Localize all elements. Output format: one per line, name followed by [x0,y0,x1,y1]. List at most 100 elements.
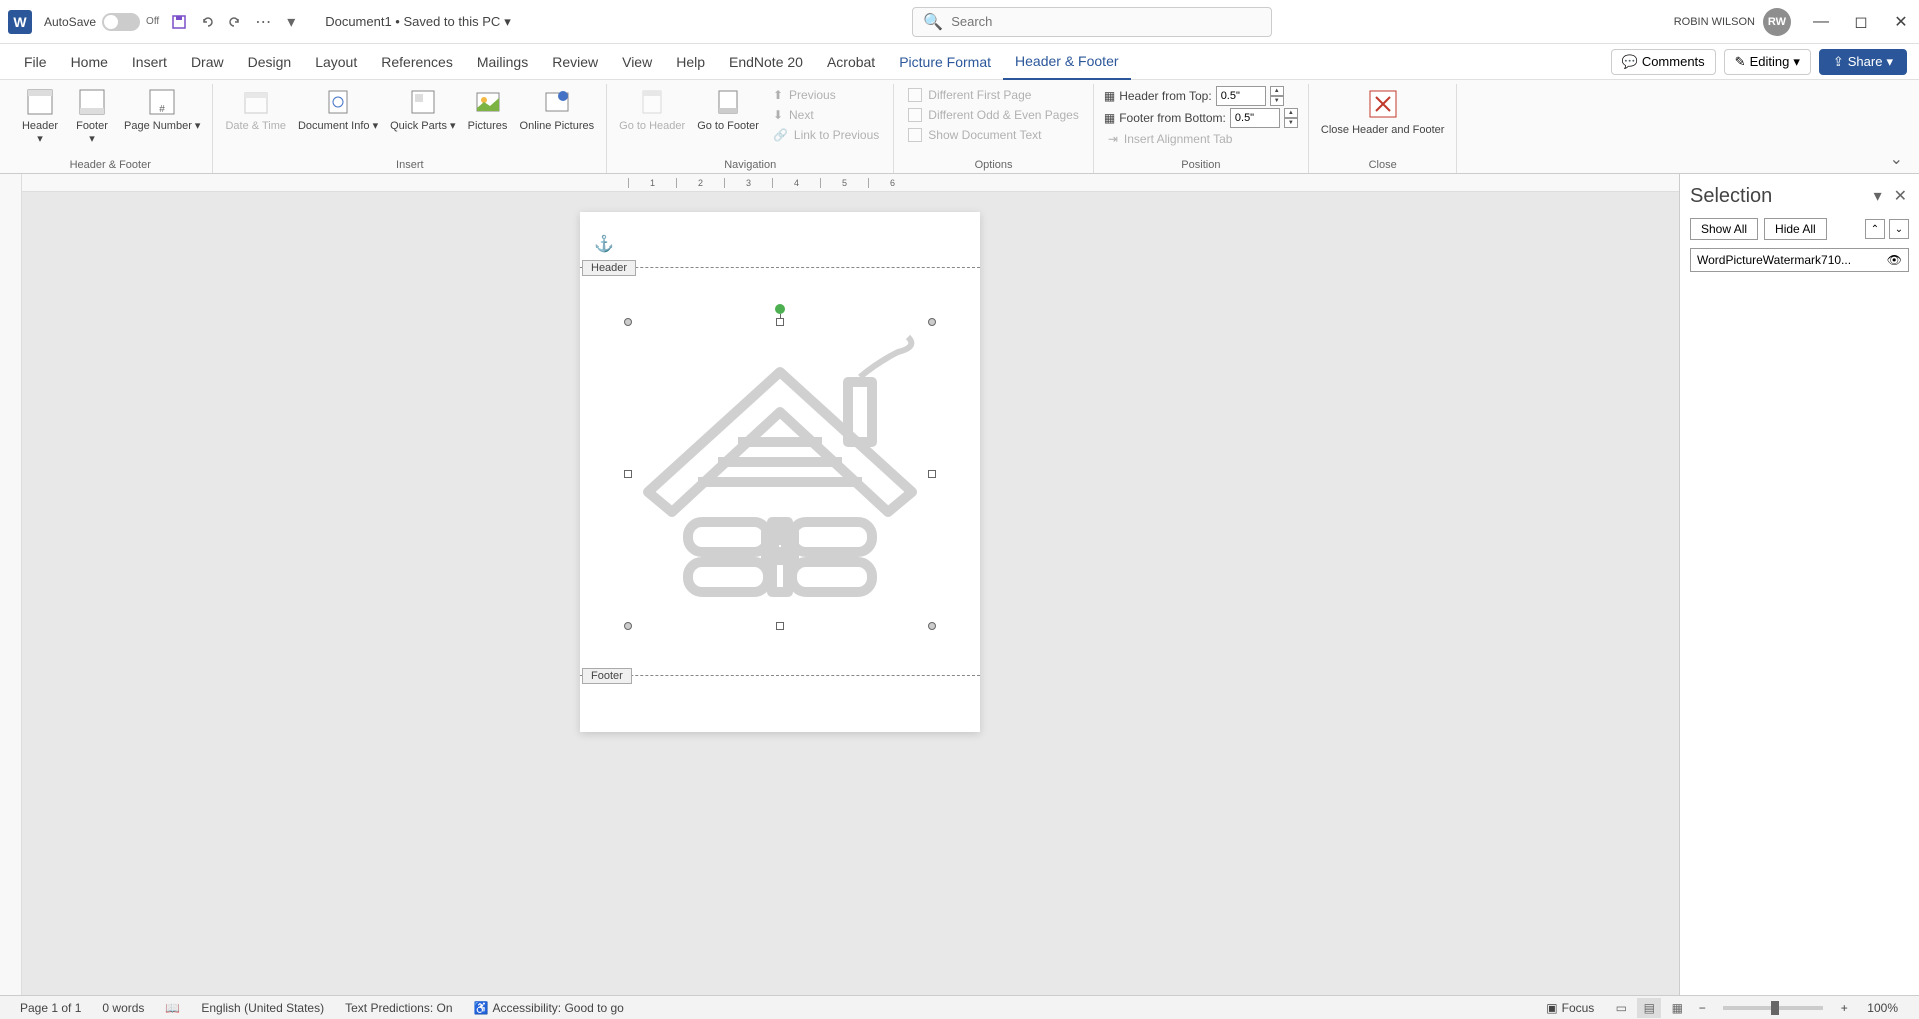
bring-forward-button[interactable]: ⌃ [1865,219,1885,239]
visibility-eye-icon[interactable]: 👁 [1887,253,1902,267]
tab-view[interactable]: View [610,44,664,80]
read-mode-view-icon[interactable]: ▭ [1609,998,1633,1018]
page-status[interactable]: Page 1 of 1 [10,1001,92,1015]
footer-region[interactable] [580,675,980,676]
qat-customize-icon[interactable]: ▾ [281,12,301,32]
hide-all-button[interactable]: Hide All [1764,218,1827,240]
search-icon: 🔍 [923,12,943,32]
document-info-button[interactable]: Document Info ▾ [294,84,382,135]
watermark-picture[interactable] [628,322,932,626]
online-pictures-icon [541,86,573,118]
word-count-status[interactable]: 0 words [92,1001,155,1015]
selection-item[interactable]: WordPictureWatermark710... 👁 [1690,248,1909,272]
comments-button[interactable]: 💬 Comments [1611,49,1716,75]
toggle-switch[interactable] [102,13,140,31]
search-input[interactable] [951,14,1261,29]
selection-handle-s[interactable] [776,622,784,630]
selection-handle-ne[interactable] [928,318,936,326]
toggle-knob [104,15,118,29]
horizontal-ruler[interactable]: 1 2 3 4 5 6 [22,174,1679,192]
redo-icon[interactable] [225,12,245,32]
tab-design[interactable]: Design [236,44,304,80]
save-icon[interactable] [169,12,189,32]
zoom-slider[interactable] [1723,1006,1823,1010]
tab-endnote[interactable]: EndNote 20 [717,44,815,80]
zoom-out-button[interactable]: − [1693,999,1711,1017]
avatar[interactable]: RW [1763,8,1791,36]
goto-header-icon [636,86,668,118]
online-pictures-button[interactable]: Online Pictures [516,84,599,135]
spinner-down[interactable]: ▼ [1270,96,1284,106]
zoom-thumb[interactable] [1771,1001,1779,1015]
tab-picture-format[interactable]: Picture Format [887,44,1003,80]
tab-mailings[interactable]: Mailings [465,44,540,80]
ribbon-right: 💬 Comments ✎ Editing ▾ ⇪ Share ▾ [1611,49,1907,75]
search-box[interactable]: 🔍 [912,7,1272,37]
selection-handle-nw[interactable] [624,318,632,326]
tab-review[interactable]: Review [540,44,610,80]
pane-dropdown-icon[interactable]: ▾ [1872,184,1884,208]
restore-icon[interactable]: ◻ [1851,12,1871,32]
autosave-toggle[interactable]: AutoSave Off [44,13,159,31]
spellcheck-icon[interactable]: 📖 [155,1001,191,1015]
rotation-handle[interactable] [775,304,785,314]
selection-handle-w[interactable] [624,470,632,478]
print-layout-view-icon[interactable]: ▤ [1637,998,1661,1018]
spinner-up[interactable]: ▲ [1270,86,1284,96]
focus-mode-button[interactable]: ▣Focus [1536,1001,1605,1015]
tab-header-footer[interactable]: Header & Footer [1003,44,1131,80]
tab-help[interactable]: Help [664,44,717,80]
vertical-ruler[interactable] [0,174,22,995]
document-page[interactable]: ⚓ Header [580,212,980,732]
selection-pane: Selection ▾ ✕ Show All Hide All ⌃ ⌄ Word… [1679,174,1919,995]
editing-mode-button[interactable]: ✎ Editing ▾ [1724,49,1811,75]
tab-acrobat[interactable]: Acrobat [815,44,887,80]
tab-file[interactable]: File [12,44,59,80]
pane-close-icon[interactable]: ✕ [1892,184,1909,208]
zoom-level[interactable]: 100% [1857,1001,1909,1015]
tab-layout[interactable]: Layout [303,44,369,80]
text-predictions-status[interactable]: Text Predictions: On [335,1001,463,1015]
undo-icon[interactable] [197,12,217,32]
tab-references[interactable]: References [369,44,465,80]
header-region[interactable]: ⚓ [580,212,980,268]
minimize-icon[interactable]: — [1811,12,1831,32]
selection-handle-sw[interactable] [624,622,632,630]
ribbon-tabs: File Home Insert Draw Design Layout Refe… [0,44,1919,80]
show-all-button[interactable]: Show All [1690,218,1758,240]
close-header-footer-button[interactable]: Close Header and Footer [1317,84,1449,139]
language-status[interactable]: English (United States) [191,1001,335,1015]
quick-parts-button[interactable]: Quick Parts ▾ [386,84,459,135]
goto-footer-button[interactable]: Go to Footer [693,84,763,135]
group-label: Insert [221,157,598,173]
page-number-button[interactable]: # Page Number ▾ [120,84,204,135]
document-scroll[interactable]: 1 2 3 4 5 6 ⚓ Header [22,174,1679,995]
spinner-up[interactable]: ▲ [1284,108,1298,118]
tab-home[interactable]: Home [59,44,120,80]
chevron-down-icon: ▾ [1886,54,1893,70]
send-backward-button[interactable]: ⌄ [1889,219,1909,239]
ribbon-collapse-button[interactable]: ⌄ [1882,145,1911,173]
header-button[interactable]: Header▾ [16,84,64,148]
zoom-in-button[interactable]: + [1835,999,1853,1017]
selection-handle-se[interactable] [928,622,936,630]
spinner-down[interactable]: ▼ [1284,118,1298,128]
pictures-button[interactable]: Pictures [464,84,512,135]
share-button[interactable]: ⇪ Share ▾ [1819,49,1907,75]
svg-text:#: # [159,104,165,115]
user-area[interactable]: ROBIN WILSON RW [1674,8,1791,36]
group-label: Options [902,157,1085,173]
close-icon[interactable]: ✕ [1891,12,1911,32]
qat-more-icon[interactable]: ⋯ [253,12,273,32]
header-from-top-input[interactable] [1216,86,1266,106]
tab-draw[interactable]: Draw [179,44,236,80]
web-layout-view-icon[interactable]: ▦ [1665,998,1689,1018]
accessibility-status[interactable]: ♿Accessibility: Good to go [464,1001,635,1015]
selection-handle-e[interactable] [928,470,936,478]
footer-from-bottom-input[interactable] [1230,108,1280,128]
selection-handle-n[interactable] [776,318,784,326]
focus-icon: ▣ [1546,1001,1557,1015]
tab-insert[interactable]: Insert [120,44,179,80]
footer-button[interactable]: Footer▾ [68,84,116,148]
document-title[interactable]: Document1 • Saved to this PC ▾ [325,14,511,30]
